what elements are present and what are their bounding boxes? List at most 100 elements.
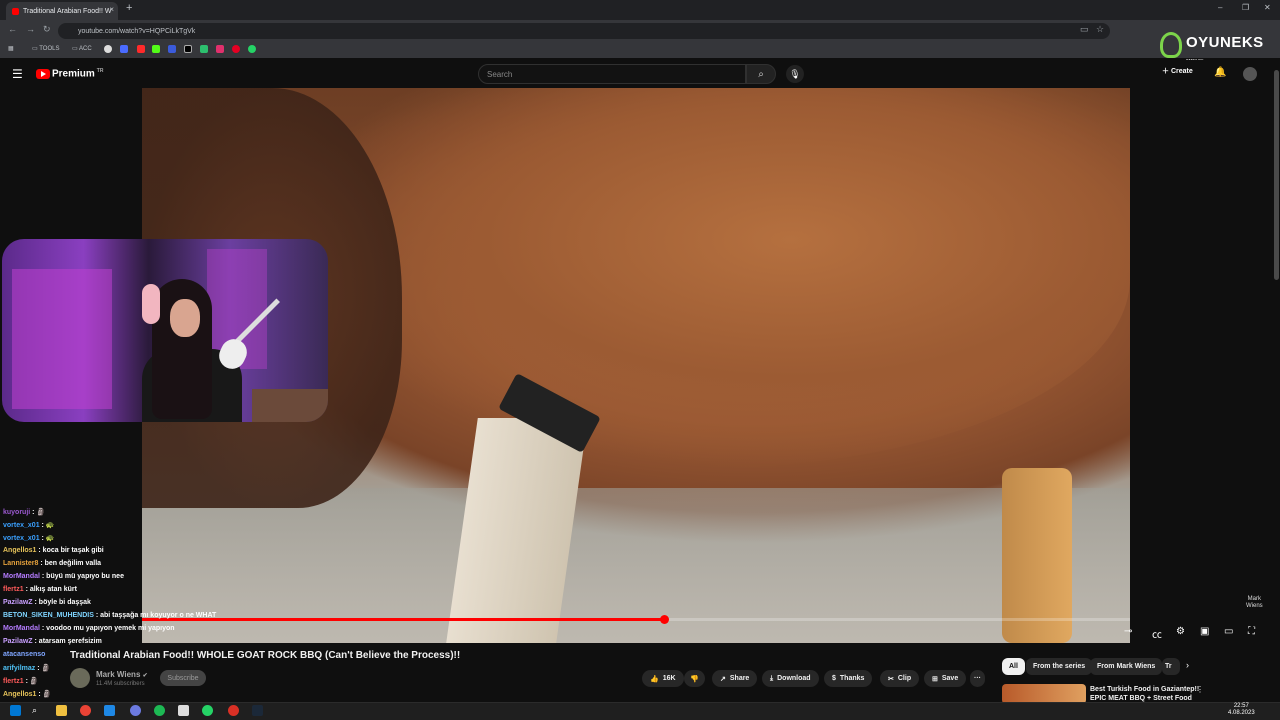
chat-text: : voodoo mu yapıyon yemek mi yapıyon bbox=[39, 625, 175, 632]
like-button[interactable]: 👍 16K bbox=[642, 670, 684, 687]
reload-icon[interactable]: ↻ bbox=[43, 24, 51, 35]
apps-icon[interactable]: ▦ bbox=[8, 45, 14, 52]
maximize-icon[interactable]: ❐ bbox=[1242, 3, 1249, 12]
search-input[interactable]: Search bbox=[478, 64, 746, 84]
theater-mode-icon[interactable]: ▭ bbox=[1224, 626, 1233, 637]
taskbar-app-icon[interactable] bbox=[130, 705, 141, 716]
bookmark-icon[interactable] bbox=[137, 45, 145, 53]
youtube-logo-icon[interactable] bbox=[36, 69, 50, 79]
chat-message: Angellos1 : koca bir taşak gibi bbox=[3, 547, 104, 554]
channel-name[interactable]: Mark Wiens ✔ bbox=[96, 670, 148, 679]
voice-search-icon[interactable]: 🎙 bbox=[786, 65, 804, 83]
chat-username: flertz1 bbox=[3, 678, 24, 685]
forward-icon[interactable]: → bbox=[26, 24, 35, 34]
channel-watermark[interactable]: Mark Wiens bbox=[1246, 596, 1263, 610]
kick-icon[interactable] bbox=[152, 45, 160, 53]
chat-username: BETON_SIKEN_MUHENDIS bbox=[3, 612, 94, 619]
chrome-icon[interactable] bbox=[80, 705, 91, 716]
verified-icon: ✔ bbox=[142, 673, 148, 679]
chat-username: kuyoruji bbox=[3, 509, 31, 516]
chat-username: vortex_x01 bbox=[3, 535, 40, 542]
taskbar-app-icon[interactable] bbox=[228, 705, 239, 716]
avatar[interactable] bbox=[1243, 67, 1257, 81]
browser-tab[interactable]: Traditional Arabian Food!! W × bbox=[6, 2, 118, 20]
menu-icon[interactable]: ☰ bbox=[12, 67, 23, 81]
bookmark-folder-tools[interactable]: ▭ TOOLS bbox=[32, 45, 59, 52]
youtube-premium-label[interactable]: Premium TR bbox=[52, 68, 103, 79]
chat-username: vortex_x01 bbox=[3, 522, 40, 529]
install-icon[interactable]: ▭ bbox=[1080, 24, 1089, 35]
thumbs-up-icon: 👍 bbox=[650, 675, 659, 683]
oyuneks-watermark: OYUNEKS bbox=[1186, 34, 1264, 51]
system-clock[interactable]: 22:57 4.08.2023 bbox=[1228, 703, 1255, 717]
channel-avatar[interactable] bbox=[70, 668, 90, 688]
pinterest-icon[interactable] bbox=[232, 45, 240, 53]
youtube-favicon-icon bbox=[12, 7, 19, 15]
bookmark-icon[interactable] bbox=[120, 45, 128, 53]
chat-username: PazilawZ bbox=[3, 638, 33, 645]
chat-text: : abi taşşağa mı koyuyor o ne WHAT bbox=[93, 612, 217, 619]
thanks-icon: $ bbox=[832, 675, 836, 682]
chip-from-channel[interactable]: From Mark Wiens bbox=[1090, 658, 1163, 675]
x-icon[interactable] bbox=[184, 45, 192, 53]
captions-icon[interactable]: ㏄ bbox=[1152, 626, 1162, 641]
bookmark-icon[interactable] bbox=[200, 45, 208, 53]
recommended-title[interactable]: Best Turkish Food in Gaziantep!! EPIC ME… bbox=[1090, 685, 1200, 703]
chat-message: kuyoruji : 🗿 bbox=[3, 508, 45, 516]
share-button[interactable]: ↗ Share bbox=[712, 670, 758, 687]
search-icon: ⌕ bbox=[758, 68, 764, 80]
taskbar-app-icon[interactable] bbox=[104, 705, 115, 716]
bookmark-star-icon[interactable]: ☆ bbox=[1096, 24, 1104, 35]
chip-more[interactable]: Tr bbox=[1162, 658, 1180, 675]
chevron-right-icon[interactable]: › bbox=[1186, 660, 1189, 670]
miniplayer-icon[interactable]: ▣ bbox=[1200, 626, 1209, 637]
thanks-button[interactable]: $ Thanks bbox=[824, 670, 873, 687]
autoplay-toggle[interactable]: ⊸ bbox=[1124, 626, 1132, 637]
download-button[interactable]: ⤓ Download bbox=[762, 670, 819, 687]
webcam-shelf bbox=[12, 269, 112, 409]
dislike-button[interactable]: 👎 bbox=[684, 670, 705, 687]
save-button[interactable]: ⊞ Save bbox=[924, 670, 967, 687]
more-actions-button[interactable]: ··· bbox=[970, 670, 985, 687]
whatsapp-icon[interactable] bbox=[248, 45, 256, 53]
fullscreen-icon[interactable]: ⛶ bbox=[1248, 626, 1255, 637]
address-bar[interactable]: youtube.com/watch?v=HQPCiLkTgVk bbox=[58, 23, 1110, 39]
recommended-more-icon[interactable]: ⋮ bbox=[1196, 685, 1204, 694]
bookmark-folder-acc[interactable]: ▭ ACC bbox=[72, 45, 92, 52]
create-button[interactable]: ＋ Create bbox=[1162, 66, 1193, 82]
scrollbar-thumb[interactable] bbox=[1274, 70, 1279, 280]
notifications-icon[interactable]: 🔔 bbox=[1214, 67, 1226, 78]
start-icon[interactable] bbox=[10, 705, 21, 716]
webcam-desk bbox=[252, 389, 328, 422]
close-window-icon[interactable]: ✕ bbox=[1264, 3, 1271, 12]
file-explorer-icon[interactable] bbox=[56, 705, 67, 716]
chip-from-series[interactable]: From the series bbox=[1026, 658, 1093, 675]
browser-tab-bar bbox=[0, 0, 1280, 20]
chip-all[interactable]: All bbox=[1002, 658, 1025, 675]
chat-username: Angellos1 bbox=[3, 547, 37, 554]
subscribe-button[interactable]: Subscribe bbox=[160, 670, 206, 686]
instagram-icon[interactable] bbox=[216, 45, 224, 53]
chat-text: : 🗿 bbox=[35, 665, 51, 672]
steam-icon[interactable] bbox=[252, 705, 263, 716]
whatsapp-icon[interactable] bbox=[202, 705, 213, 716]
search-button[interactable]: ⌕ bbox=[746, 64, 776, 84]
new-tab-button[interactable]: + bbox=[126, 2, 132, 14]
bookmark-icon[interactable] bbox=[104, 45, 112, 53]
chat-username: PazilawZ bbox=[3, 599, 33, 606]
progress-scrubber[interactable] bbox=[659, 615, 669, 624]
clip-button[interactable]: ✂ Clip bbox=[880, 670, 920, 687]
back-icon[interactable]: ← bbox=[8, 24, 17, 34]
thumbs-down-icon: 👎 bbox=[690, 675, 699, 683]
chat-username: MorMandal bbox=[3, 573, 40, 580]
bookmark-icon[interactable] bbox=[168, 45, 176, 53]
recommended-thumbnail[interactable] bbox=[1002, 684, 1086, 704]
search-icon[interactable]: ⌕ bbox=[32, 705, 43, 716]
chat-text: : ben değilim valla bbox=[38, 560, 102, 567]
minimize-icon[interactable]: – bbox=[1218, 3, 1222, 12]
spotify-icon[interactable] bbox=[154, 705, 165, 716]
webcam-headphones bbox=[142, 284, 160, 324]
settings-gear-icon[interactable]: ⚙ bbox=[1176, 626, 1185, 637]
tab-close-icon[interactable]: × bbox=[109, 5, 114, 14]
taskbar-app-icon[interactable] bbox=[178, 705, 189, 716]
